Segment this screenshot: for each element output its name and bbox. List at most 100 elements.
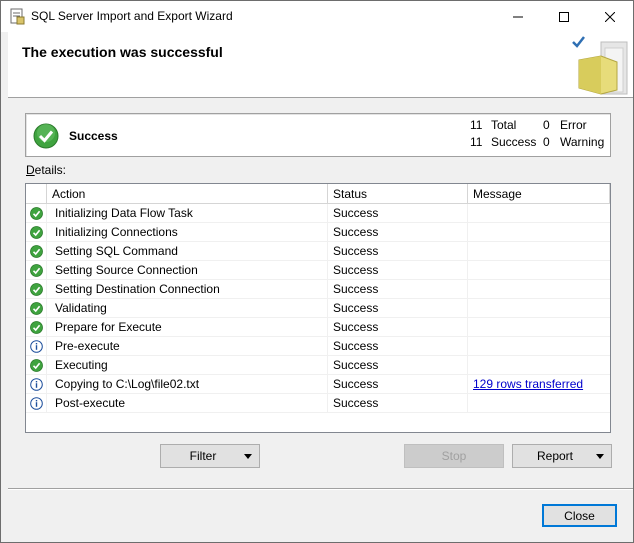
minimize-icon: [513, 16, 523, 17]
table-row[interactable]: Post-execute Success: [26, 394, 610, 413]
message-cell: [468, 242, 610, 261]
row-icon-cell: [26, 204, 47, 223]
action-cell: Initializing Connections: [47, 223, 328, 242]
table-row[interactable]: Initializing Connections Success: [26, 223, 610, 242]
row-icon-cell: [26, 261, 47, 280]
status-cell: Success: [328, 337, 468, 356]
action-cell: Post-execute: [47, 394, 328, 413]
details-label-text: etails:: [34, 163, 67, 177]
status-cell: Success: [328, 318, 468, 337]
table-row[interactable]: Executing Success: [26, 356, 610, 375]
summary-status-label: Success: [69, 129, 118, 143]
stop-button[interactable]: Stop: [404, 444, 504, 468]
title-bar[interactable]: SQL Server Import and Export Wizard: [1, 1, 633, 32]
row-icon-cell: [26, 318, 47, 337]
success-icon: [30, 321, 43, 334]
message-link[interactable]: 129 rows transferred: [473, 377, 583, 391]
action-cell: Pre-execute: [47, 337, 328, 356]
row-icon-cell: [26, 375, 47, 394]
message-cell: [468, 261, 610, 280]
info-icon: [30, 397, 43, 410]
table-row[interactable]: Pre-execute Success: [26, 337, 610, 356]
table-row[interactable]: Validating Success: [26, 299, 610, 318]
warning-count: 0: [543, 135, 550, 149]
report-button-label: Report: [536, 449, 574, 463]
row-icon-cell: [26, 223, 47, 242]
success-count: 11: [470, 135, 483, 149]
status-cell: Success: [328, 356, 468, 375]
status-cell: Success: [328, 394, 468, 413]
filter-button[interactable]: Filter: [160, 444, 260, 468]
table-header: Action Status Message: [26, 184, 610, 204]
maximize-button[interactable]: [541, 1, 587, 32]
message-cell: [468, 204, 610, 223]
status-cell: Success: [328, 375, 468, 394]
header-message[interactable]: Message: [468, 184, 610, 204]
total-label: Total: [491, 118, 517, 132]
table-row[interactable]: Setting Source Connection Success: [26, 261, 610, 280]
success-icon: [33, 123, 59, 149]
message-cell: [468, 394, 610, 413]
message-cell: [468, 280, 610, 299]
filter-button-label: Filter: [189, 449, 217, 463]
info-icon: [30, 378, 43, 391]
maximize-icon: [559, 11, 569, 22]
details-table[interactable]: Action Status Message Initializing Data …: [25, 183, 611, 433]
action-cell: Prepare for Execute: [47, 318, 328, 337]
close-icon: [605, 11, 615, 22]
minimize-button[interactable]: [495, 1, 541, 32]
success-icon: [30, 302, 43, 315]
table-row[interactable]: Setting Destination Connection Success: [26, 280, 610, 299]
wizard-app-icon: [10, 8, 25, 25]
wizard-banner-icon: [572, 36, 628, 95]
close-button-label: Close: [564, 508, 595, 523]
row-icon-cell: [26, 242, 47, 261]
chevron-down-icon: [596, 454, 604, 459]
report-button[interactable]: Report: [512, 444, 612, 468]
details-label-mnemonic: D: [26, 163, 35, 177]
execution-summary: Success 11 Total 0 Error 11 Success 0 Wa…: [25, 113, 611, 157]
message-cell: [468, 337, 610, 356]
close-window-button[interactable]: [587, 1, 633, 32]
row-icon-cell: [26, 356, 47, 375]
info-icon: [30, 340, 43, 353]
table-row[interactable]: Prepare for Execute Success: [26, 318, 610, 337]
error-label: Error: [560, 118, 587, 132]
stop-button-label: Stop: [441, 449, 467, 463]
close-button[interactable]: Close: [542, 504, 617, 527]
message-cell: [468, 223, 610, 242]
header-icon-column[interactable]: [26, 184, 47, 204]
success-icon: [30, 359, 43, 372]
action-cell: Copying to C:\Log\file02.txt: [47, 375, 328, 394]
action-cell: Setting Source Connection: [47, 261, 328, 280]
header-banner: The execution was successful: [8, 32, 633, 98]
header-status[interactable]: Status: [328, 184, 468, 204]
table-row[interactable]: Initializing Data Flow Task Success: [26, 204, 610, 223]
action-cell: Setting SQL Command: [47, 242, 328, 261]
message-cell: [468, 356, 610, 375]
footer-divider: [8, 488, 633, 490]
page-title: The execution was successful: [22, 44, 223, 60]
table-row[interactable]: Setting SQL Command Success: [26, 242, 610, 261]
action-cell: Initializing Data Flow Task: [47, 204, 328, 223]
table-row[interactable]: Copying to C:\Log\file02.txt Success 129 r…: [26, 375, 610, 394]
row-icon-cell: [26, 280, 47, 299]
success-icon: [30, 283, 43, 296]
action-cell: Validating: [47, 299, 328, 318]
success-icon: [30, 226, 43, 239]
status-cell: Success: [328, 280, 468, 299]
window-title: SQL Server Import and Export Wizard: [31, 9, 233, 23]
row-icon-cell: [26, 299, 47, 318]
action-cell: Setting Destination Connection: [47, 280, 328, 299]
success-icon: [30, 264, 43, 277]
action-cell: Executing: [47, 356, 328, 375]
message-cell: [468, 318, 610, 337]
message-cell: 129 rows transferred: [468, 375, 610, 394]
row-icon-cell: [26, 337, 47, 356]
success-icon: [30, 245, 43, 258]
success-icon: [30, 207, 43, 220]
success-label: Success: [491, 135, 537, 149]
warning-label: Warning: [560, 135, 605, 149]
status-cell: Success: [328, 242, 468, 261]
header-action[interactable]: Action: [47, 184, 328, 204]
